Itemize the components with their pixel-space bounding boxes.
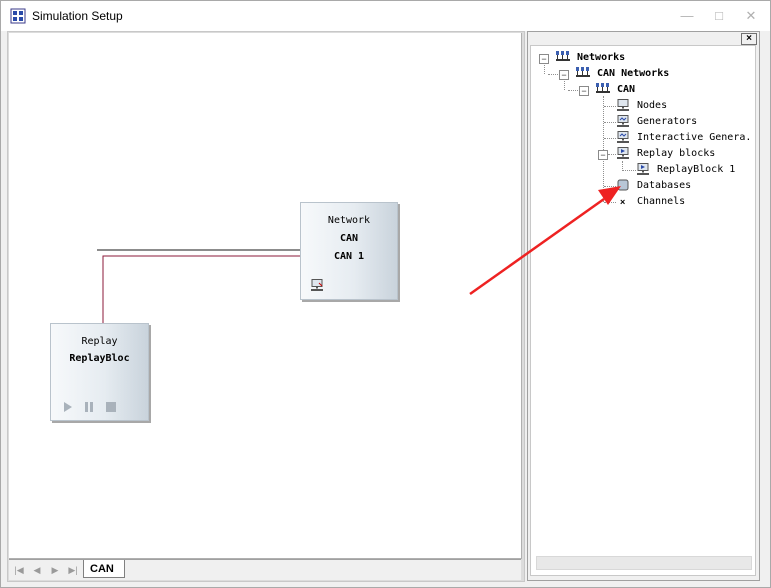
database-icon bbox=[617, 179, 629, 191]
tree-toggle-replay-blocks[interactable]: − bbox=[598, 150, 608, 160]
simulation-setup-icon bbox=[10, 8, 26, 24]
tree-item-can[interactable]: CAN bbox=[617, 83, 635, 97]
panel-close-button[interactable]: × bbox=[741, 33, 757, 45]
replay-block[interactable]: Replay ReplayBloc bbox=[50, 323, 149, 421]
network-icon bbox=[556, 51, 570, 61]
node-icon bbox=[617, 99, 629, 111]
tree-item-replayblock-1[interactable]: ReplayBlock 1 bbox=[657, 163, 735, 177]
tree-toggle-can-networks[interactable]: − bbox=[559, 70, 569, 80]
tree-item-can-networks[interactable]: CAN Networks bbox=[597, 67, 669, 81]
window-title: Simulation Setup bbox=[32, 9, 123, 23]
network-block[interactable]: Network CAN CAN 1 bbox=[300, 202, 398, 300]
tree-toggle-can[interactable]: − bbox=[579, 86, 589, 96]
title-bar: Simulation Setup — □ ✕ bbox=[1, 1, 770, 31]
network-block-channel: CAN 1 bbox=[333, 251, 365, 262]
next-tab-button[interactable]: ▶ bbox=[47, 563, 63, 577]
channel-icon: × bbox=[620, 197, 626, 207]
horizontal-scrollbar[interactable] bbox=[536, 556, 752, 570]
first-tab-button[interactable]: |◀ bbox=[11, 563, 27, 577]
simulation-canvas[interactable] bbox=[9, 33, 522, 559]
network-icon bbox=[576, 67, 590, 77]
network-block-type: Network bbox=[327, 215, 371, 226]
tab-can[interactable]: CAN bbox=[83, 560, 125, 578]
tree-item-nodes[interactable]: Nodes bbox=[637, 99, 667, 113]
tree-item-replay-blocks[interactable]: Replay blocks bbox=[637, 147, 715, 161]
maximize-button[interactable]: □ bbox=[703, 1, 735, 31]
play-icon[interactable] bbox=[63, 402, 73, 412]
canvas-tab-bar: |◀ ◀ ▶ ▶| CAN bbox=[9, 559, 521, 580]
replay-icon bbox=[617, 147, 629, 159]
tree-connector bbox=[604, 138, 616, 139]
tree-connector bbox=[604, 106, 616, 107]
replay-icon bbox=[637, 163, 649, 175]
tree-item-networks[interactable]: Networks bbox=[577, 51, 625, 65]
prev-tab-button[interactable]: ◀ bbox=[29, 563, 45, 577]
tree-connector bbox=[622, 170, 636, 171]
minimize-button[interactable]: — bbox=[671, 1, 703, 31]
tree-item-interactive-generators[interactable]: Interactive Genera. bbox=[637, 131, 751, 145]
pause-icon[interactable] bbox=[84, 402, 94, 412]
tree-connector bbox=[604, 122, 616, 123]
tree-item-channels[interactable]: Channels bbox=[637, 195, 685, 209]
tree-item-databases[interactable]: Databases bbox=[637, 179, 691, 193]
generator-icon bbox=[617, 131, 629, 143]
tree-connector bbox=[568, 90, 578, 91]
tree-item-generators[interactable]: Generators bbox=[637, 115, 697, 129]
stop-icon[interactable] bbox=[106, 402, 116, 412]
close-button[interactable]: ✕ bbox=[735, 1, 767, 31]
last-tab-button[interactable]: ▶| bbox=[65, 563, 81, 577]
tree-connector bbox=[544, 63, 545, 74]
generator-icon bbox=[617, 115, 629, 127]
tree-connector bbox=[548, 74, 558, 75]
tree-connector bbox=[604, 202, 616, 203]
network-block-name: CAN bbox=[339, 233, 359, 244]
replay-block-name: ReplayBloc bbox=[69, 353, 130, 364]
network-icon bbox=[596, 83, 610, 93]
tree-connector bbox=[608, 154, 616, 155]
replay-block-type: Replay bbox=[81, 336, 118, 347]
network-node-icon bbox=[311, 279, 323, 291]
tree-connector bbox=[564, 79, 565, 90]
tree-connector bbox=[604, 186, 616, 187]
tree-toggle-networks[interactable]: − bbox=[539, 54, 549, 64]
